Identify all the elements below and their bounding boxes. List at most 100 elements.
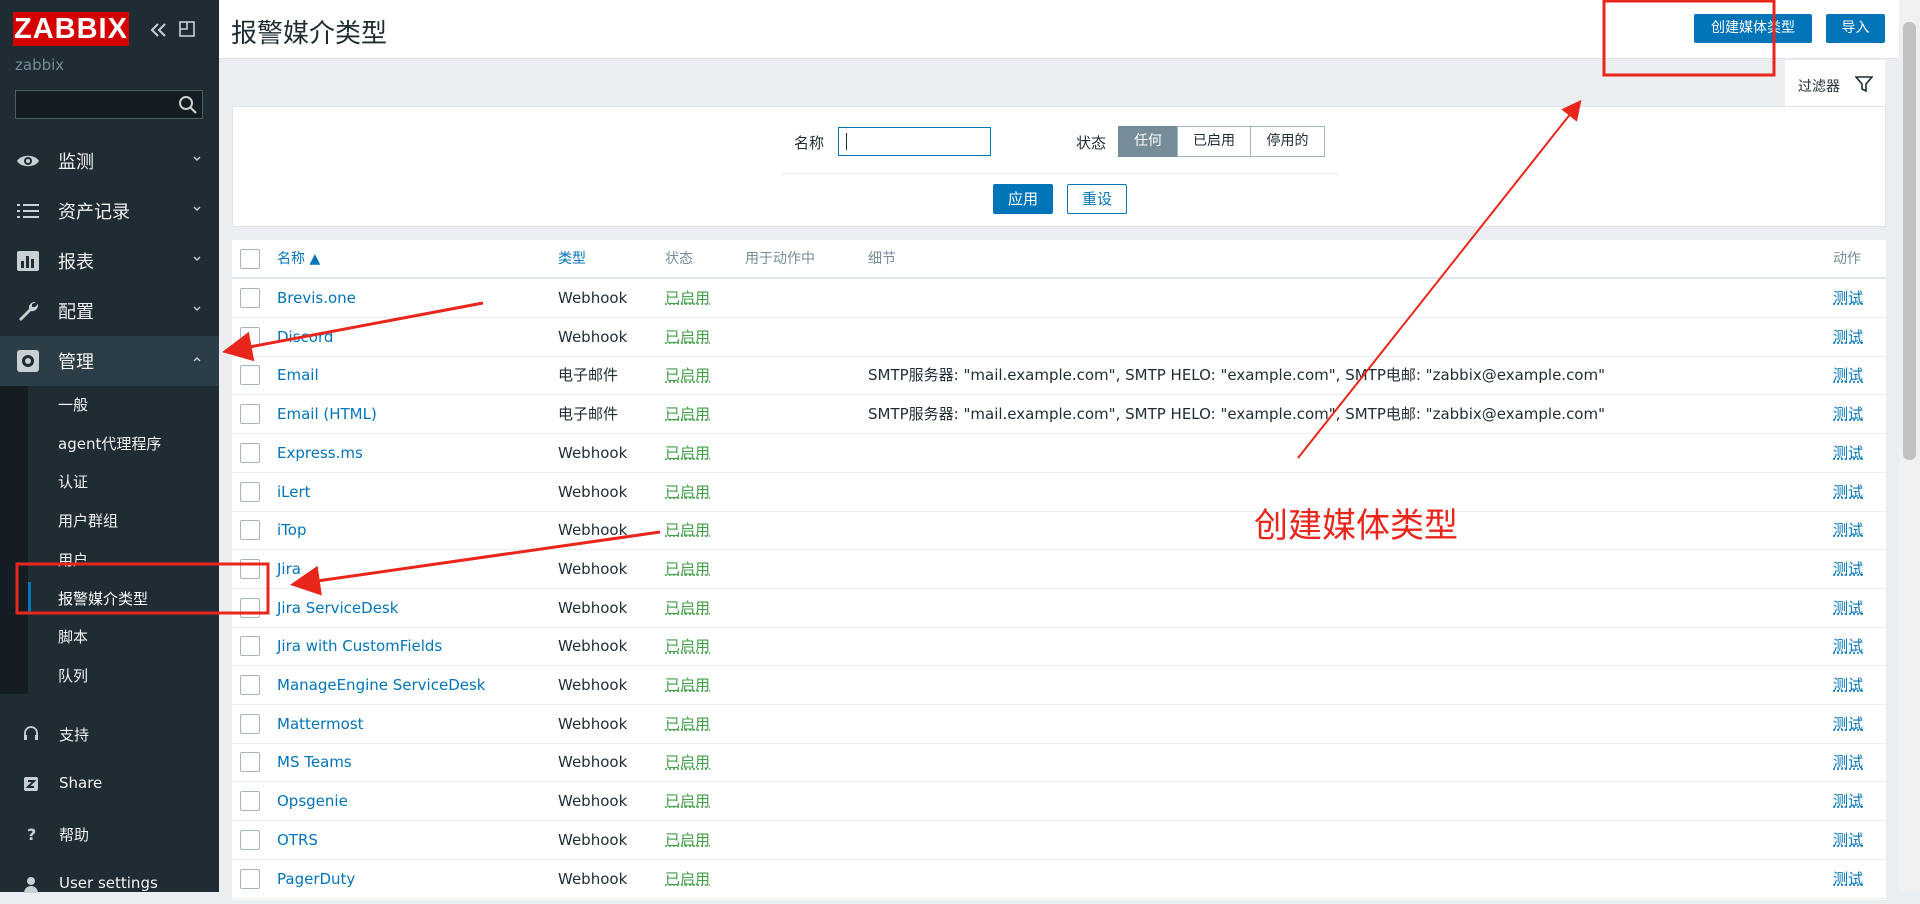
test-link[interactable]: 测试 (1833, 627, 1863, 665)
row-checkbox[interactable] (240, 636, 260, 657)
media-type-name-link[interactable]: Mattermost (277, 705, 364, 743)
row-checkbox[interactable] (240, 365, 260, 386)
test-link[interactable]: 测试 (1833, 705, 1863, 743)
status-toggle-link[interactable]: 已启用 (665, 356, 710, 394)
test-link[interactable]: 测试 (1833, 743, 1863, 781)
help-link[interactable]: ? 帮助 (0, 814, 219, 854)
row-checkbox[interactable] (240, 675, 260, 695)
status-toggle-link[interactable]: 已启用 (665, 434, 710, 472)
test-link[interactable]: 测试 (1833, 589, 1863, 627)
media-type-name-link[interactable]: Opsgenie (277, 782, 348, 820)
select-all-checkbox[interactable] (240, 249, 260, 269)
test-link[interactable]: 测试 (1833, 821, 1863, 859)
status-toggle-link[interactable]: 已启用 (665, 279, 710, 317)
submenu-item-media-types[interactable]: 报警媒介类型 (58, 588, 148, 609)
column-header-name[interactable]: 名称 ▲ (277, 240, 320, 278)
test-link[interactable]: 测试 (1833, 473, 1863, 511)
row-checkbox[interactable] (240, 713, 260, 734)
status-toggle-link[interactable]: 已启用 (665, 550, 710, 588)
media-type-name-link[interactable]: Express.ms (277, 434, 363, 472)
status-toggle-link[interactable]: 已启用 (665, 473, 710, 511)
media-type-name-link[interactable]: OTRS (277, 821, 318, 859)
media-type-name-link[interactable]: Brevis.one (277, 279, 356, 317)
scrollbar-thumb[interactable] (1903, 22, 1916, 460)
media-type-name-link[interactable]: Email (277, 356, 319, 394)
status-toggle-link[interactable]: 已启用 (665, 318, 710, 356)
media-type-name-link[interactable]: Email (HTML) (277, 395, 377, 433)
search-icon[interactable] (177, 94, 199, 116)
share-link[interactable]: Share (0, 764, 219, 804)
status-toggle-link[interactable]: 已启用 (665, 627, 710, 665)
support-link[interactable]: 支持 (0, 714, 219, 754)
reset-button[interactable]: 重设 (1067, 184, 1127, 214)
name-filter-input[interactable] (838, 127, 991, 156)
test-link[interactable]: 测试 (1833, 511, 1863, 549)
submenu-item-proxies[interactable]: agent代理程序 (58, 433, 161, 454)
row-checkbox[interactable] (240, 597, 260, 618)
media-type-name-link[interactable]: iTop (277, 511, 306, 549)
status-toggle-link[interactable]: 已启用 (665, 705, 710, 743)
create-media-type-button[interactable]: 创建媒体类型 (1694, 14, 1812, 43)
media-type-name-link[interactable]: Jira with CustomFields (277, 627, 442, 665)
filter-tab[interactable]: 过滤器 (1785, 60, 1885, 106)
row-checkbox[interactable] (240, 829, 260, 850)
media-type-name-link[interactable]: MS Teams (277, 743, 352, 781)
status-toggle-link[interactable]: 已启用 (665, 395, 710, 433)
submenu-item-queue[interactable]: 队列 (58, 665, 88, 686)
test-link[interactable]: 测试 (1833, 434, 1863, 472)
media-type-name-link[interactable]: Jira (277, 550, 301, 588)
row-checkbox[interactable] (240, 791, 260, 812)
collapse-sidebar-icon[interactable] (148, 20, 168, 40)
zabbix-logo[interactable]: ZABBIX (13, 12, 129, 46)
submenu-item-user-groups[interactable]: 用户群组 (58, 510, 118, 531)
menu-reports[interactable]: 报表 (0, 236, 219, 284)
test-link[interactable]: 测试 (1833, 550, 1863, 588)
status-toggle-link[interactable]: 已启用 (665, 511, 710, 549)
menu-inventory[interactable]: 资产记录 (0, 186, 219, 234)
annotation-label: 创建媒体类型 (1254, 506, 1458, 546)
status-option-disabled[interactable]: 停用的 (1250, 126, 1325, 157)
import-button[interactable]: 导入 (1826, 14, 1885, 43)
sidebar-search-input[interactable] (15, 90, 203, 119)
test-link[interactable]: 测试 (1833, 279, 1863, 317)
media-type-name-link[interactable]: Jira ServiceDesk (277, 589, 398, 627)
media-type-name-link[interactable]: ManageEngine ServiceDesk (277, 666, 485, 704)
user-settings-link[interactable]: User settings (0, 864, 219, 904)
kiosk-mode-icon[interactable] (178, 20, 196, 38)
media-type-type: Webhook (558, 443, 628, 462)
test-link[interactable]: 测试 (1833, 318, 1863, 356)
media-type-name-link[interactable]: Discord (277, 318, 333, 356)
test-link[interactable]: 测试 (1833, 356, 1863, 394)
menu-configuration[interactable]: 配置 (0, 286, 219, 334)
status-toggle-link[interactable]: 已启用 (665, 589, 710, 627)
status-toggle-link[interactable]: 已启用 (665, 666, 710, 704)
status-option-any[interactable]: 任何 (1118, 126, 1178, 157)
chevron-up-icon (193, 357, 201, 362)
status-toggle-link[interactable]: 已启用 (665, 782, 710, 820)
row-checkbox[interactable] (240, 520, 260, 541)
menu-monitoring[interactable]: 监测 (0, 136, 219, 184)
row-checkbox[interactable] (240, 752, 260, 773)
page-scrollbar[interactable] (1899, 0, 1920, 892)
submenu-item-scripts[interactable]: 脚本 (58, 626, 88, 647)
row-checkbox[interactable] (240, 442, 260, 463)
test-link[interactable]: 测试 (1833, 395, 1863, 433)
row-checkbox[interactable] (240, 404, 260, 425)
apply-button[interactable]: 应用 (993, 184, 1053, 214)
media-type-name-link[interactable]: iLert (277, 473, 311, 511)
row-checkbox[interactable] (240, 288, 260, 308)
row-checkbox[interactable] (240, 481, 260, 502)
test-link[interactable]: 测试 (1833, 666, 1863, 704)
row-checkbox[interactable] (240, 868, 260, 889)
row-checkbox[interactable] (240, 558, 260, 579)
test-link[interactable]: 测试 (1833, 782, 1863, 820)
status-toggle-link[interactable]: 已启用 (665, 821, 710, 859)
submenu-item-general[interactable]: 一般 (58, 394, 88, 415)
status-toggle-link[interactable]: 已启用 (665, 743, 710, 781)
menu-administration[interactable]: 管理 (0, 336, 219, 386)
status-option-enabled[interactable]: 已启用 (1177, 126, 1251, 157)
submenu-item-users[interactable]: 用户 (58, 549, 88, 570)
column-header-type[interactable]: 类型 (558, 240, 586, 278)
row-checkbox[interactable] (240, 326, 260, 347)
submenu-item-authentication[interactable]: 认证 (58, 471, 88, 492)
